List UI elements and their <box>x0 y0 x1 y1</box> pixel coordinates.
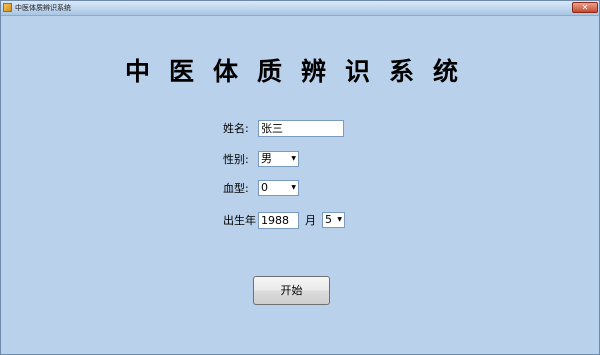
chevron-down-icon: ▼ <box>337 216 342 223</box>
name-label: 姓名: <box>223 122 249 135</box>
gender-select[interactable]: 男 ▼ <box>258 151 299 167</box>
chevron-down-icon: ▼ <box>291 184 296 191</box>
blood-type-label: 血型: <box>223 182 249 195</box>
gender-label: 性别: <box>223 153 249 166</box>
app-window: 中医体质辨识系统 ✕ 中医体质辨识系统 姓名: 张三 性别: 男 ▼ 血型: 0… <box>0 0 600 355</box>
blood-type-value: 0 <box>261 181 268 194</box>
blood-type-select[interactable]: 0 ▼ <box>258 180 299 196</box>
window-title: 中医体质辨识系统 <box>15 4 71 12</box>
month-label: 月 <box>305 214 316 227</box>
chevron-down-icon: ▼ <box>291 155 296 162</box>
birth-year-label: 出生年 <box>223 214 256 227</box>
app-icon <box>3 3 12 12</box>
birth-year-input[interactable]: 1988 <box>258 212 299 229</box>
month-value: 5 <box>325 213 332 226</box>
month-select[interactable]: 5 ▼ <box>322 212 345 228</box>
app-heading: 中医体质辨识系统 <box>124 57 477 86</box>
name-input[interactable]: 张三 <box>258 120 344 137</box>
gender-value: 男 <box>261 152 272 165</box>
form-area: 中医体质辨识系统 姓名: 张三 性别: 男 ▼ 血型: 0 ▼ 出生年 1988… <box>1 16 599 354</box>
title-bar[interactable]: 中医体质辨识系统 ✕ <box>1 1 599 16</box>
close-button[interactable]: ✕ <box>572 2 598 13</box>
start-button[interactable]: 开始 <box>253 276 330 305</box>
